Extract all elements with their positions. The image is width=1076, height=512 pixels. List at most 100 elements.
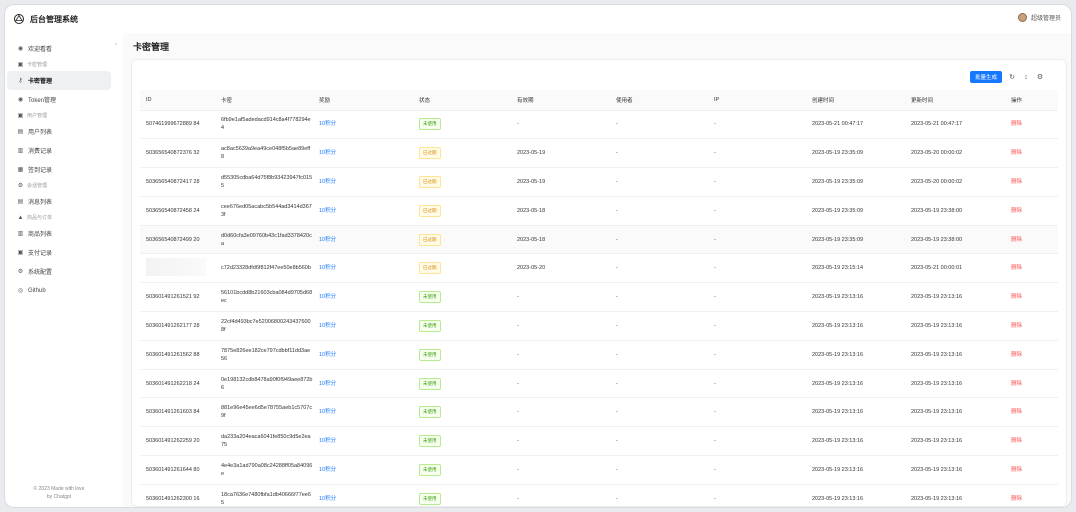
main-content: 卡密管理 批量生成 ↻ ↕ ⚙ ID 卡密 奖励 状态 有效期 使用者 IP 创建时间 更新时间… — [123, 33, 1071, 507]
cell-reward[interactable]: 10积分 — [313, 455, 413, 485]
cell-status: 已过期 — [413, 138, 511, 169]
user-name: 超级管理员 — [1030, 16, 1061, 22]
sidebar-item-0[interactable]: ◉ 欢迎看看 — [7, 39, 111, 58]
sidebar-item-11[interactable]: ▥ 商品列表 — [7, 224, 111, 243]
cell-status: 未使用 — [413, 484, 511, 507]
cell-ip: - — [708, 484, 806, 507]
delete-button[interactable]: 删除 — [1005, 282, 1058, 313]
cell-status: 已过期 — [413, 253, 511, 284]
cell-created: 2023-05-19 23:13:16 — [806, 397, 905, 428]
delete-button[interactable]: 删除 — [1005, 167, 1058, 197]
cell-reward[interactable]: 10积分 — [313, 282, 413, 313]
cell-id: 503656540872499 20 — [140, 225, 215, 255]
cell-updated: 2023-05-19 23:13:16 — [905, 340, 1005, 370]
status-badge: 未使用 — [419, 118, 441, 131]
cell-user: - — [610, 397, 708, 428]
cell-user: - — [610, 167, 708, 197]
cell-reward[interactable]: 10积分 — [313, 196, 413, 226]
cell-created: 2023-05-19 23:15:14 — [806, 253, 905, 284]
column-height-icon[interactable]: ↕ — [1022, 73, 1030, 81]
cell-expire: 2023-05-19 — [511, 167, 610, 197]
cell-reward[interactable]: 10积分 — [313, 397, 413, 428]
cell-code: ac8ac5639a9ea49ce048f5b5ae89eff8 — [215, 138, 313, 169]
cell-reward[interactable]: 10积分 — [313, 225, 413, 255]
cell-user: - — [610, 455, 708, 485]
group-icon: ▣ — [17, 62, 24, 68]
delete-button[interactable]: 删除 — [1005, 311, 1058, 341]
cell-reward[interactable]: 10积分 — [313, 340, 413, 370]
cell-reward[interactable]: 10积分 — [313, 426, 413, 457]
cell-code: 4e4e3a1ad790a08c24288ff05a84096e — [215, 455, 313, 485]
cell-reward[interactable]: 10积分 — [313, 167, 413, 197]
cell-id: 503656540872417 28 — [140, 167, 215, 197]
delete-button[interactable]: 删除 — [1005, 484, 1058, 507]
group-icon: ⚙ — [17, 183, 24, 189]
openai-logo-icon — [14, 14, 24, 24]
table-row: 503601491261521 92 56101bcdd8b21603cba084… — [140, 282, 1058, 313]
reload-icon[interactable]: ↻ — [1008, 73, 1016, 81]
sidebar-item-6[interactable]: ▥ 消费记录 — [7, 141, 111, 160]
delete-button[interactable]: 删除 — [1005, 138, 1058, 169]
sidebar-group-8: ⚙ 会话管理 — [5, 179, 113, 192]
cell-user: - — [610, 138, 708, 169]
delete-button[interactable]: 删除 — [1005, 196, 1058, 226]
sidebar-item-3[interactable]: ◉ Token管理 — [7, 90, 111, 109]
payment-icon: ▣ — [17, 250, 24, 256]
cell-status: 未使用 — [413, 369, 511, 399]
delete-button[interactable]: 删除 — [1005, 225, 1058, 255]
cell-reward[interactable]: 10积分 — [313, 110, 413, 140]
sidebar-group-10: ▲ 商品与订单 — [5, 211, 113, 224]
user-menu[interactable]: 超级管理员 — [1017, 13, 1061, 22]
column-header: 有效期 — [511, 90, 610, 111]
status-badge: 已过期 — [419, 204, 441, 217]
app-logo[interactable]: 后台管理系统 — [13, 13, 78, 25]
settings-icon[interactable]: ⚙ — [1036, 73, 1044, 81]
batch-generate-button[interactable]: 批量生成 — [969, 71, 1002, 83]
cell-id: 503601491262177 28 — [140, 311, 215, 341]
delete-button[interactable]: 删除 — [1005, 455, 1058, 485]
delete-button[interactable]: 删除 — [1005, 110, 1058, 140]
cell-updated: 2023-05-19 23:13:16 — [905, 369, 1005, 399]
cell-reward[interactable]: 10积分 — [313, 138, 413, 169]
cell-expire: 2023-05-18 — [511, 196, 610, 226]
cell-expire: 2023-05-20 — [511, 253, 610, 284]
sidebar-item-12[interactable]: ▣ 支付记录 — [7, 243, 111, 262]
cell-id: 503601491262218 24 — [140, 369, 215, 399]
sidebar-item-7[interactable]: ▦ 签到记录 — [7, 160, 111, 179]
cell-expire: - — [511, 426, 610, 457]
cell-ip: - — [708, 110, 806, 140]
sidebar-collapse-icon[interactable]: ‹ — [115, 42, 117, 48]
status-badge: 未使用 — [419, 435, 441, 448]
cell-expire: - — [511, 484, 610, 507]
cell-ip: - — [708, 167, 806, 197]
delete-button[interactable]: 删除 — [1005, 340, 1058, 370]
sidebar-item-2[interactable]: ⚷ 卡密管理 — [7, 71, 111, 90]
table-row: 503656540872499 20 d0d60cfa3e09760b43c1fa… — [140, 225, 1058, 255]
sidebar-item-14[interactable]: ◎ Github — [7, 281, 111, 300]
column-header: 奖励 — [313, 90, 413, 111]
cell-user: - — [610, 282, 708, 313]
sidebar-item-9[interactable]: ▤ 消息列表 — [7, 192, 111, 211]
cell-code: d0d60cfa3e09760b43c1fad3378420ca — [215, 225, 313, 255]
delete-button[interactable]: 删除 — [1005, 397, 1058, 428]
cell-status: 已过期 — [413, 225, 511, 255]
table-row: 503656540872376 32 ac8ac5639a9ea49ce048f5… — [140, 138, 1058, 169]
cell-id: 503601491261603 84 — [140, 397, 215, 428]
table-row: 507461999672889 84 6fb9e1af5adedacd914c8a… — [140, 110, 1058, 140]
delete-button[interactable]: 删除 — [1005, 426, 1058, 457]
cell-reward[interactable]: 10积分 — [313, 311, 413, 341]
delete-button[interactable]: 删除 — [1005, 253, 1058, 284]
sidebar-item-5[interactable]: ▤ 用户列表 — [7, 122, 111, 141]
cell-code: cee676ed05acabc5b544ad3414d3673f — [215, 196, 313, 226]
cell-reward[interactable]: 10积分 — [313, 369, 413, 399]
cell-id: 503656540872376 32 — [140, 138, 215, 169]
sidebar-item-13[interactable]: ⚙ 系统配置 — [7, 262, 111, 281]
delete-button[interactable]: 删除 — [1005, 369, 1058, 399]
cell-status: 未使用 — [413, 397, 511, 428]
cell-ip: - — [708, 196, 806, 226]
footer-line-1: © 2023 Made with love — [33, 486, 85, 492]
cell-expire: - — [511, 311, 610, 341]
cell-reward[interactable]: 10积分 — [313, 253, 413, 284]
cell-reward[interactable]: 10积分 — [313, 484, 413, 507]
cell-code: d55305cdba64d75f8b93423947fc0155 — [215, 167, 313, 197]
